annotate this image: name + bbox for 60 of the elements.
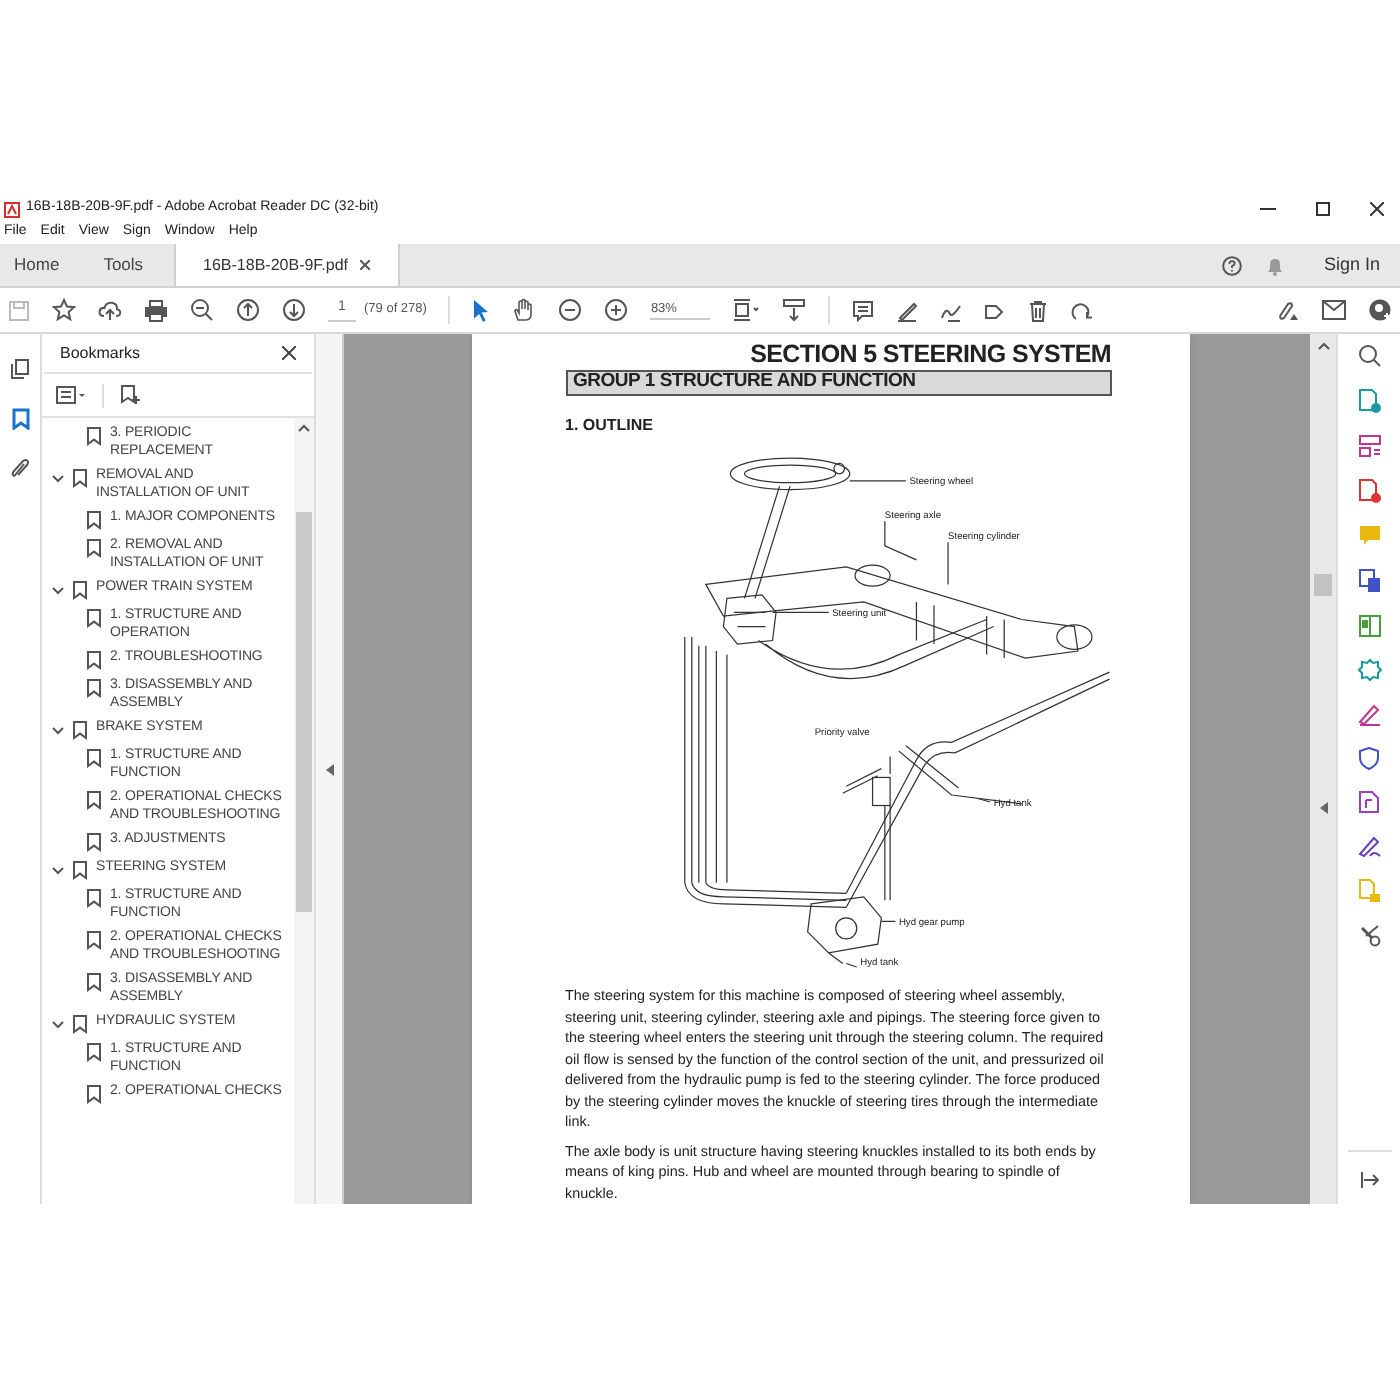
bookmark-icon <box>86 930 102 950</box>
bookmark-icon <box>86 790 102 810</box>
zoom-out-circle-icon[interactable] <box>558 298 583 322</box>
collapse-arrow-icon[interactable] <box>325 763 333 775</box>
tools-icon[interactable] <box>1357 924 1381 948</box>
pages-icon[interactable] <box>10 358 30 380</box>
tab[interactable]: 16B-18B-20B-9F.pdf <box>173 244 401 286</box>
tab[interactable]: Home <box>0 244 74 286</box>
trash-icon[interactable] <box>1028 299 1049 321</box>
organize-pages-icon[interactable] <box>1357 434 1381 458</box>
bookmark-icon <box>86 972 102 992</box>
print-icon[interactable] <box>144 299 168 321</box>
sign-in-button[interactable]: Sign In <box>1323 251 1380 279</box>
bookmark-icon <box>72 468 88 488</box>
star-icon[interactable] <box>52 298 76 322</box>
pen-icon[interactable] <box>896 299 919 321</box>
page-down-icon[interactable] <box>282 298 306 322</box>
tab[interactable]: Tools <box>89 244 158 286</box>
compare-icon[interactable] <box>1357 614 1381 638</box>
hand-icon[interactable] <box>512 298 537 322</box>
close-icon[interactable] <box>360 260 371 270</box>
bookmark-icon[interactable] <box>11 408 29 430</box>
zoom-out-icon[interactable] <box>190 298 214 322</box>
heading: 1. OUTLINE <box>565 414 656 438</box>
section-title: SECTION 5 STEERING SYSTEM <box>750 340 1111 370</box>
collapse-arrow-icon[interactable] <box>1319 802 1327 814</box>
expand-panel-icon[interactable] <box>1359 1172 1379 1188</box>
close-icon[interactable] <box>282 346 296 360</box>
document-icon[interactable] <box>1358 790 1380 814</box>
export-pdf-icon[interactable] <box>1357 478 1381 504</box>
signature-icon[interactable] <box>1357 834 1381 858</box>
zoom-tool-icon[interactable] <box>1357 344 1381 368</box>
options-menu-icon[interactable] <box>56 386 86 404</box>
fit-page-icon[interactable] <box>732 298 761 322</box>
group-title-bar: GROUP 1 STRUCTURE AND FUNCTION <box>565 370 1111 396</box>
maximize-icon[interactable] <box>1316 202 1330 216</box>
scroll-up-icon[interactable] <box>1317 342 1329 350</box>
scrollbar[interactable] <box>294 418 314 1204</box>
scan-icon[interactable] <box>1357 568 1381 594</box>
add-bookmark-icon[interactable] <box>120 384 140 406</box>
help-icon[interactable] <box>1221 255 1242 275</box>
comment-icon[interactable] <box>852 299 875 321</box>
cursor-icon[interactable] <box>472 299 491 321</box>
panel-title: Bookmarks <box>60 341 141 365</box>
upload-cloud-icon[interactable] <box>98 299 122 321</box>
mail-icon[interactable] <box>1322 300 1346 320</box>
share-link-icon[interactable] <box>1276 299 1300 321</box>
shield-icon[interactable] <box>1358 746 1380 770</box>
fill-sign-icon[interactable] <box>1357 702 1381 726</box>
scrollbar-thumb[interactable] <box>1314 574 1332 596</box>
scroll-mode-icon[interactable] <box>782 298 807 322</box>
zoom-in-circle-icon[interactable] <box>604 298 629 322</box>
bookmark-icon <box>86 426 102 446</box>
scroll-up-icon[interactable] <box>298 424 310 432</box>
rotate-icon[interactable] <box>1070 299 1093 321</box>
create-pdf-icon[interactable] <box>1357 388 1381 414</box>
paperclip-icon[interactable] <box>10 458 30 480</box>
bookmark-icon <box>86 1084 102 1104</box>
page-up-icon[interactable] <box>236 298 260 322</box>
close-icon[interactable] <box>1370 202 1384 216</box>
